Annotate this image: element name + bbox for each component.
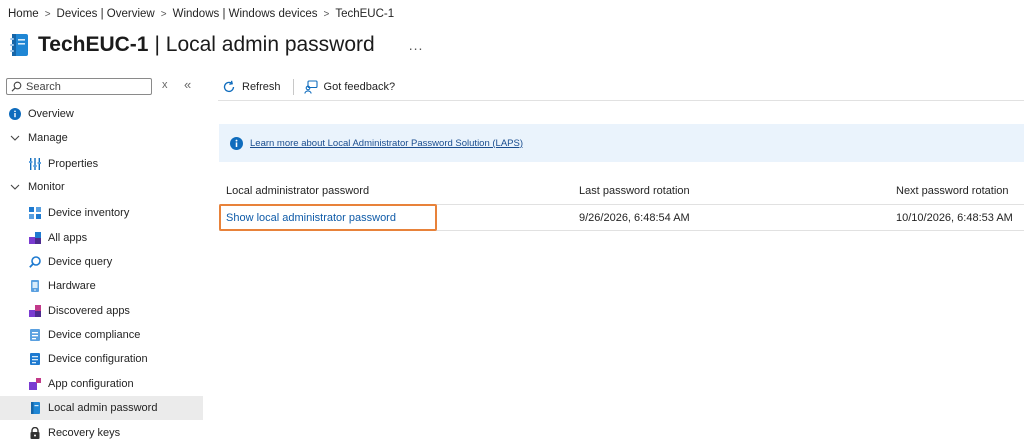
feedback-label: Got feedback?	[323, 81, 396, 93]
sidebar-item-label: Recovery keys	[48, 427, 121, 439]
sidebar-item-label: Device compliance	[48, 329, 141, 341]
device-name: TechEUC-1	[38, 33, 149, 56]
sidebar-item-discovered-apps[interactable]: Discovered apps	[0, 299, 203, 323]
sidebar-item-device-configuration[interactable]: Device configuration	[0, 347, 203, 371]
sidebar-item-label: Discovered apps	[48, 305, 130, 317]
sidebar-item-label: Local admin password	[48, 402, 158, 414]
compliance-icon	[29, 329, 41, 341]
sidebar-item-label: Manage	[28, 132, 68, 144]
sidebar-item-recovery-keys[interactable]: Recovery keys	[0, 421, 203, 444]
refresh-label: Refresh	[242, 81, 281, 93]
breadcrumb-separator-icon: >	[323, 8, 330, 20]
search-icon	[11, 81, 22, 92]
configuration-icon	[29, 353, 41, 365]
breadcrumb: Home > Devices | Overview > Windows | Wi…	[8, 8, 394, 20]
next-rotation-value: 10/10/2026, 6:48:53 AM	[896, 212, 1013, 224]
search-input[interactable]	[26, 80, 146, 93]
sidebar-item-label: Monitor	[28, 181, 65, 193]
sidebar-item-app-configuration[interactable]: App configuration	[0, 372, 203, 396]
column-header-local-admin-password[interactable]: Local administrator password	[226, 178, 369, 204]
inventory-icon	[29, 207, 41, 219]
lock-icon	[29, 427, 41, 439]
apps-icon	[29, 305, 41, 317]
breadcrumb-windows-devices[interactable]: Windows | Windows devices	[173, 8, 318, 20]
sidebar-item-label: Device configuration	[48, 353, 148, 365]
toolbar-divider	[292, 79, 294, 95]
toolbar-divider-line	[218, 100, 1024, 101]
refresh-icon	[223, 80, 235, 93]
more-options-icon[interactable]: ...	[409, 37, 424, 53]
breadcrumb-current: TechEUC-1	[335, 8, 395, 20]
breadcrumb-separator-icon: >	[160, 8, 167, 20]
info-icon	[230, 136, 243, 150]
hardware-icon	[29, 280, 41, 292]
column-header-next-rotation[interactable]: Next password rotation	[896, 178, 1009, 204]
sidebar-group-monitor[interactable]: Monitor	[0, 175, 203, 199]
column-header-last-rotation[interactable]: Last password rotation	[579, 178, 690, 204]
sidebar: x « Overview Manage Properties	[0, 74, 203, 444]
highlight-box	[219, 204, 437, 231]
info-banner: Learn more about Local Administrator Pas…	[219, 124, 1024, 162]
sidebar-item-label: Properties	[48, 158, 99, 170]
toolbar: Refresh Got feedback?	[222, 76, 395, 98]
page-header: TechEUC-1 | Local admin password ...	[9, 30, 423, 60]
properties-icon	[29, 158, 41, 170]
feedback-button[interactable]: Got feedback?	[303, 80, 396, 94]
chevron-down-icon	[9, 135, 21, 141]
sidebar-item-label: App configuration	[48, 378, 134, 390]
search-box[interactable]	[6, 78, 152, 95]
sidebar-item-label: Device query	[48, 256, 113, 268]
apps-icon	[29, 232, 41, 244]
app-configuration-icon	[29, 378, 41, 390]
breadcrumb-home[interactable]: Home	[8, 8, 39, 20]
sidebar-group-manage[interactable]: Manage	[0, 126, 203, 150]
sidebar-item-label: Device inventory	[48, 207, 130, 219]
sidebar-item-overview[interactable]: Overview	[0, 102, 203, 126]
device-icon	[29, 402, 41, 414]
sidebar-item-device-compliance[interactable]: Device compliance	[0, 323, 203, 347]
chevron-down-icon	[9, 184, 21, 190]
info-icon	[9, 108, 21, 120]
feedback-icon	[303, 80, 318, 94]
sidebar-item-label: Hardware	[48, 280, 96, 292]
sidebar-item-properties[interactable]: Properties	[0, 152, 203, 176]
device-notebook-icon	[9, 33, 29, 57]
sidebar-item-local-admin-password[interactable]: Local admin password	[0, 396, 203, 420]
collapse-sidebar-icon[interactable]: «	[184, 77, 191, 92]
last-rotation-value: 9/26/2026, 6:48:54 AM	[579, 212, 690, 224]
sidebar-item-label: All apps	[48, 232, 88, 244]
sidebar-item-device-inventory[interactable]: Device inventory	[0, 201, 203, 225]
sidebar-item-all-apps[interactable]: All apps	[0, 226, 203, 250]
page-title: | Local admin password	[154, 33, 375, 56]
query-icon	[29, 256, 41, 268]
breadcrumb-devices-overview[interactable]: Devices | Overview	[57, 8, 155, 20]
breadcrumb-separator-icon: >	[44, 8, 51, 20]
sidebar-item-hardware[interactable]: Hardware	[0, 274, 203, 298]
clear-search-icon[interactable]: x	[162, 79, 168, 91]
laps-learn-more-link[interactable]: Learn more about Local Administrator Pas…	[250, 138, 523, 149]
sidebar-item-device-query[interactable]: Device query	[0, 250, 203, 274]
sidebar-item-label: Overview	[28, 108, 74, 120]
refresh-button[interactable]: Refresh	[222, 80, 281, 94]
